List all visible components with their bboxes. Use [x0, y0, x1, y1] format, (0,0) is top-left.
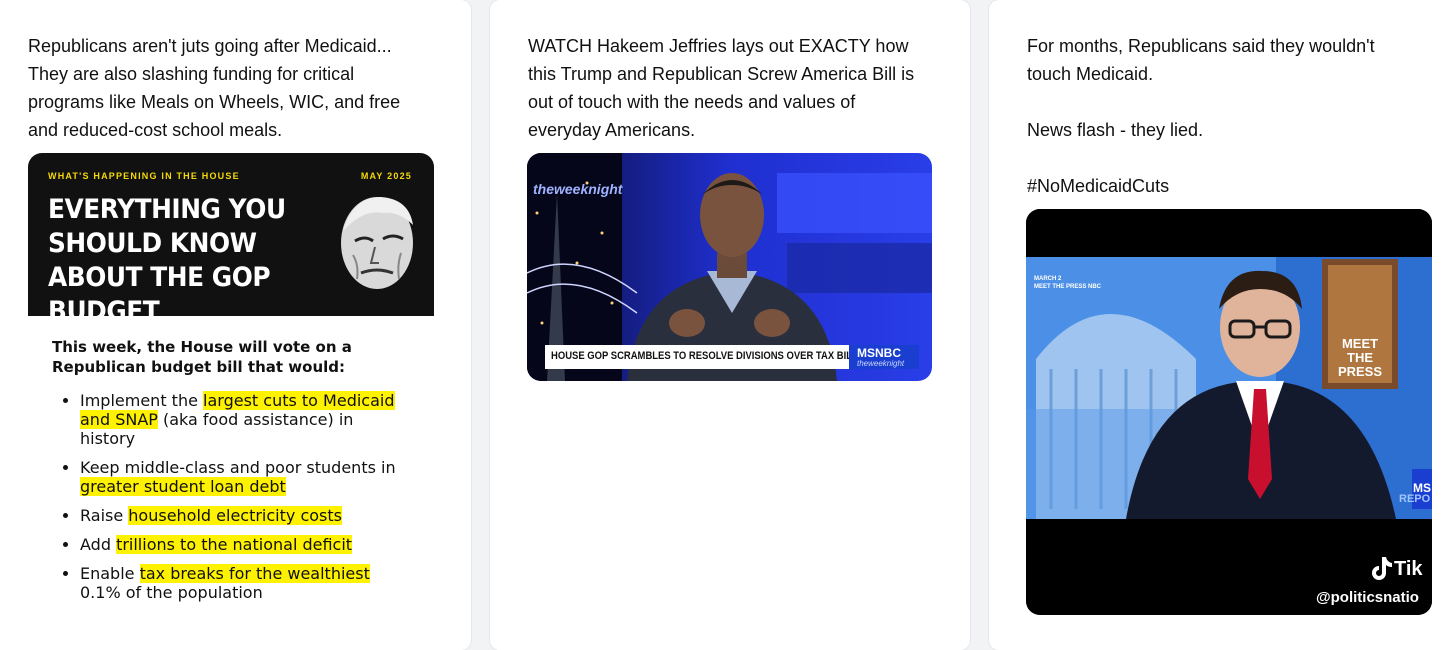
list-item: Keep middle-class and poor students in g… [80, 458, 412, 496]
infographic-list: Implement the largest cuts to Medicaid a… [52, 391, 412, 602]
post-card[interactable]: WATCH Hakeem Jeffries lays out EXACTY ho… [490, 0, 970, 650]
network-sublabel: theweeknight [857, 359, 905, 368]
infographic-header: WHAT'S HAPPENING IN THE HOUSE MAY 2025 E… [28, 153, 434, 327]
show-sign: MEET THE PRESS [1337, 336, 1383, 379]
show-logo: theweeknight [533, 181, 623, 197]
tiktok-icon [1372, 557, 1392, 580]
infographic-title: EVERYTHING YOU SHOULD KNOW ABOUT THE GOP… [48, 194, 286, 327]
list-item: Raise household electricity costs [80, 506, 412, 525]
post-card[interactable]: Republicans aren't juts going after Medi… [0, 0, 471, 650]
report-fragment: REPO [1399, 493, 1431, 505]
list-item: Add trillions to the national deficit [80, 535, 412, 554]
list-item: Implement the largest cuts to Medicaid a… [80, 391, 412, 448]
post-text: WATCH Hakeem Jeffries lays out EXACTY ho… [528, 36, 915, 140]
chyron-text: HOUSE GOP SCRAMBLES TO RESOLVE DIVISIONS… [551, 350, 858, 362]
video-thumbnail[interactable]: MARCH 2 MEET THE PRESS NBC MEET THE PRES… [1026, 209, 1432, 615]
date-tag: MARCH 2 MEET THE PRESS NBC [1034, 276, 1102, 290]
post-text: Republicans aren't juts going after Medi… [28, 36, 401, 140]
infographic-lede: This week, the House will vote on a Repu… [52, 338, 352, 376]
creator-handle: @politicsnatio [1316, 589, 1419, 606]
network-label: MSNBC [857, 346, 901, 360]
tiktok-label: Tik [1394, 558, 1423, 580]
infographic-body: This week, the House will vote on a Repu… [52, 337, 412, 612]
list-item: Enable tax breaks for the wealthiest 0.1… [80, 564, 412, 602]
post-card[interactable]: For months, Republicans said they wouldn… [989, 0, 1456, 650]
infographic-image[interactable]: WHAT'S HAPPENING IN THE HOUSE MAY 2025 E… [28, 153, 434, 623]
infographic-kicker: WHAT'S HAPPENING IN THE HOUSE [48, 171, 240, 181]
infographic-date: MAY 2025 [360, 171, 412, 181]
portrait-illustration [341, 197, 413, 289]
video-thumbnail[interactable]: theweeknight HOUSE GOP SCRAMBLES TO RESO… [527, 153, 932, 381]
post-text: For months, Republicans said they wouldn… [1027, 36, 1375, 196]
